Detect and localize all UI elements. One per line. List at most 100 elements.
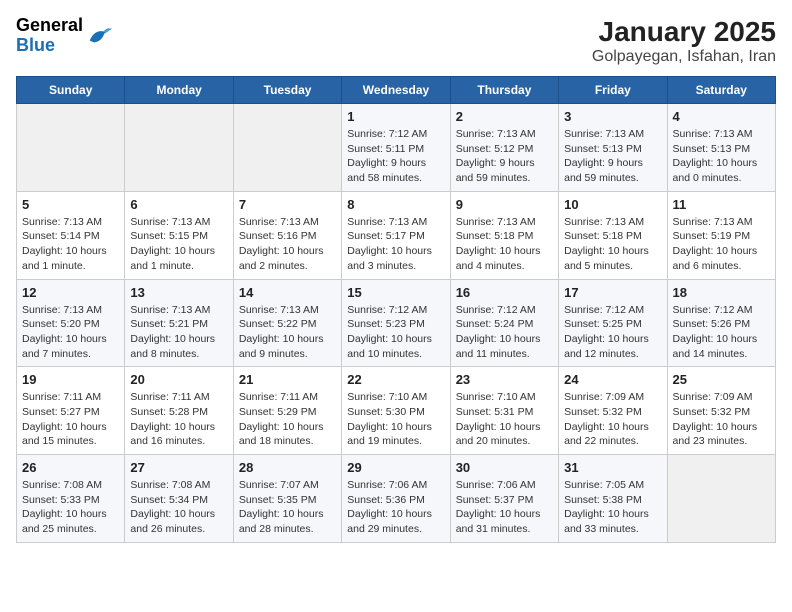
calendar-cell: 26 Sunrise: 7:08 AM Sunset: 5:33 PM Dayli… (17, 455, 125, 543)
weekday-header: Monday (125, 77, 233, 104)
day-number: 18 (673, 285, 770, 300)
day-number: 20 (130, 372, 227, 387)
weekday-header: Wednesday (342, 77, 450, 104)
day-number: 28 (239, 460, 336, 475)
day-number: 15 (347, 285, 444, 300)
day-info: Sunrise: 7:10 AM Sunset: 5:30 PM Dayligh… (347, 390, 444, 449)
day-info: Sunrise: 7:12 AM Sunset: 5:11 PM Dayligh… (347, 127, 444, 186)
calendar-cell: 25 Sunrise: 7:09 AM Sunset: 5:32 PM Dayli… (667, 367, 775, 455)
calendar-cell: 12Sunrise: 7:13 AM Sunset: 5:20 PM Dayli… (17, 279, 125, 367)
calendar-cell: 21 Sunrise: 7:11 AM Sunset: 5:29 PM Dayli… (233, 367, 341, 455)
day-number: 8 (347, 197, 444, 212)
page-title: January 2025 (592, 16, 776, 48)
day-info: Sunrise: 7:06 AM Sunset: 5:36 PM Dayligh… (347, 478, 444, 537)
day-number: 19 (22, 372, 119, 387)
day-number: 31 (564, 460, 661, 475)
calendar-cell: 2 Sunrise: 7:13 AM Sunset: 5:12 PM Daylig… (450, 104, 558, 192)
day-info: Sunrise: 7:12 AM Sunset: 5:25 PM Dayligh… (564, 303, 661, 362)
calendar-cell: 4 Sunrise: 7:13 AM Sunset: 5:13 PM Daylig… (667, 104, 775, 192)
calendar-cell: 16Sunrise: 7:12 AM Sunset: 5:24 PM Dayli… (450, 279, 558, 367)
day-info: Sunrise: 7:13 AM Sunset: 5:13 PM Dayligh… (673, 127, 770, 186)
day-number: 5 (22, 197, 119, 212)
weekday-header: Tuesday (233, 77, 341, 104)
calendar-cell: 3 Sunrise: 7:13 AM Sunset: 5:13 PM Daylig… (559, 104, 667, 192)
calendar-cell: 28 Sunrise: 7:07 AM Sunset: 5:35 PM Dayli… (233, 455, 341, 543)
day-number: 24 (564, 372, 661, 387)
calendar-cell: 6Sunrise: 7:13 AM Sunset: 5:15 PM Daylig… (125, 191, 233, 279)
calendar-cell: 7Sunrise: 7:13 AM Sunset: 5:16 PM Daylig… (233, 191, 341, 279)
day-number: 23 (456, 372, 553, 387)
calendar-table: SundayMondayTuesdayWednesdayThursdayFrid… (16, 76, 776, 543)
calendar-cell: 10Sunrise: 7:13 AM Sunset: 5:18 PM Dayli… (559, 191, 667, 279)
day-info: Sunrise: 7:09 AM Sunset: 5:32 PM Dayligh… (564, 390, 661, 449)
day-number: 26 (22, 460, 119, 475)
day-info: Sunrise: 7:11 AM Sunset: 5:27 PM Dayligh… (22, 390, 119, 449)
day-number: 14 (239, 285, 336, 300)
day-info: Sunrise: 7:09 AM Sunset: 5:32 PM Dayligh… (673, 390, 770, 449)
calendar-cell: 20 Sunrise: 7:11 AM Sunset: 5:28 PM Dayli… (125, 367, 233, 455)
day-info: Sunrise: 7:05 AM Sunset: 5:38 PM Dayligh… (564, 478, 661, 537)
day-number: 13 (130, 285, 227, 300)
day-number: 16 (456, 285, 553, 300)
day-info: Sunrise: 7:13 AM Sunset: 5:17 PM Dayligh… (347, 215, 444, 274)
weekday-header: Saturday (667, 77, 775, 104)
weekday-header: Sunday (17, 77, 125, 104)
calendar-cell: 31 Sunrise: 7:05 AM Sunset: 5:38 PM Dayli… (559, 455, 667, 543)
calendar-cell: 9Sunrise: 7:13 AM Sunset: 5:18 PM Daylig… (450, 191, 558, 279)
day-info: Sunrise: 7:07 AM Sunset: 5:35 PM Dayligh… (239, 478, 336, 537)
logo-general: General (16, 16, 83, 36)
day-number: 3 (564, 109, 661, 124)
day-info: Sunrise: 7:13 AM Sunset: 5:12 PM Dayligh… (456, 127, 553, 186)
day-number: 27 (130, 460, 227, 475)
calendar-cell: 8 Sunrise: 7:13 AM Sunset: 5:17 PM Daylig… (342, 191, 450, 279)
calendar-week-row: 26 Sunrise: 7:08 AM Sunset: 5:33 PM Dayli… (17, 455, 776, 543)
day-number: 25 (673, 372, 770, 387)
day-info: Sunrise: 7:13 AM Sunset: 5:13 PM Dayligh… (564, 127, 661, 186)
calendar-cell: 13 Sunrise: 7:13 AM Sunset: 5:21 PM Dayli… (125, 279, 233, 367)
calendar-week-row: 12Sunrise: 7:13 AM Sunset: 5:20 PM Dayli… (17, 279, 776, 367)
day-info: Sunrise: 7:12 AM Sunset: 5:23 PM Dayligh… (347, 303, 444, 362)
day-number: 7 (239, 197, 336, 212)
title-block: January 2025 Golpayegan, Isfahan, Iran (592, 16, 776, 66)
day-info: Sunrise: 7:12 AM Sunset: 5:26 PM Dayligh… (673, 303, 770, 362)
day-number: 12 (22, 285, 119, 300)
day-info: Sunrise: 7:11 AM Sunset: 5:28 PM Dayligh… (130, 390, 227, 449)
day-number: 21 (239, 372, 336, 387)
day-info: Sunrise: 7:13 AM Sunset: 5:14 PM Dayligh… (22, 215, 119, 274)
calendar-cell: 17Sunrise: 7:12 AM Sunset: 5:25 PM Dayli… (559, 279, 667, 367)
day-info: Sunrise: 7:08 AM Sunset: 5:33 PM Dayligh… (22, 478, 119, 537)
calendar-cell (17, 104, 125, 192)
calendar-cell: 30 Sunrise: 7:06 AM Sunset: 5:37 PM Dayli… (450, 455, 558, 543)
calendar-cell: 23 Sunrise: 7:10 AM Sunset: 5:31 PM Dayli… (450, 367, 558, 455)
day-info: Sunrise: 7:11 AM Sunset: 5:29 PM Dayligh… (239, 390, 336, 449)
day-info: Sunrise: 7:08 AM Sunset: 5:34 PM Dayligh… (130, 478, 227, 537)
day-number: 2 (456, 109, 553, 124)
calendar-cell: 27 Sunrise: 7:08 AM Sunset: 5:34 PM Dayli… (125, 455, 233, 543)
calendar-cell (667, 455, 775, 543)
day-info: Sunrise: 7:10 AM Sunset: 5:31 PM Dayligh… (456, 390, 553, 449)
page-header: General Blue January 2025 Golpayegan, Is… (16, 16, 776, 66)
calendar-cell: 14Sunrise: 7:13 AM Sunset: 5:22 PM Dayli… (233, 279, 341, 367)
calendar-week-row: 19 Sunrise: 7:11 AM Sunset: 5:27 PM Dayli… (17, 367, 776, 455)
day-number: 29 (347, 460, 444, 475)
day-number: 6 (130, 197, 227, 212)
calendar-cell: 5 Sunrise: 7:13 AM Sunset: 5:14 PM Daylig… (17, 191, 125, 279)
day-number: 22 (347, 372, 444, 387)
day-number: 4 (673, 109, 770, 124)
day-info: Sunrise: 7:13 AM Sunset: 5:18 PM Dayligh… (564, 215, 661, 274)
day-info: Sunrise: 7:06 AM Sunset: 5:37 PM Dayligh… (456, 478, 553, 537)
calendar-cell: 15 Sunrise: 7:12 AM Sunset: 5:23 PM Dayli… (342, 279, 450, 367)
day-number: 11 (673, 197, 770, 212)
day-number: 9 (456, 197, 553, 212)
calendar-cell: 22 Sunrise: 7:10 AM Sunset: 5:30 PM Dayli… (342, 367, 450, 455)
day-number: 1 (347, 109, 444, 124)
day-info: Sunrise: 7:13 AM Sunset: 5:21 PM Dayligh… (130, 303, 227, 362)
calendar-cell: 29 Sunrise: 7:06 AM Sunset: 5:36 PM Dayli… (342, 455, 450, 543)
weekday-header: Friday (559, 77, 667, 104)
calendar-cell: 1 Sunrise: 7:12 AM Sunset: 5:11 PM Daylig… (342, 104, 450, 192)
day-number: 30 (456, 460, 553, 475)
calendar-cell (233, 104, 341, 192)
day-info: Sunrise: 7:13 AM Sunset: 5:19 PM Dayligh… (673, 215, 770, 274)
calendar-body: 1 Sunrise: 7:12 AM Sunset: 5:11 PM Daylig… (17, 104, 776, 543)
calendar-cell (125, 104, 233, 192)
